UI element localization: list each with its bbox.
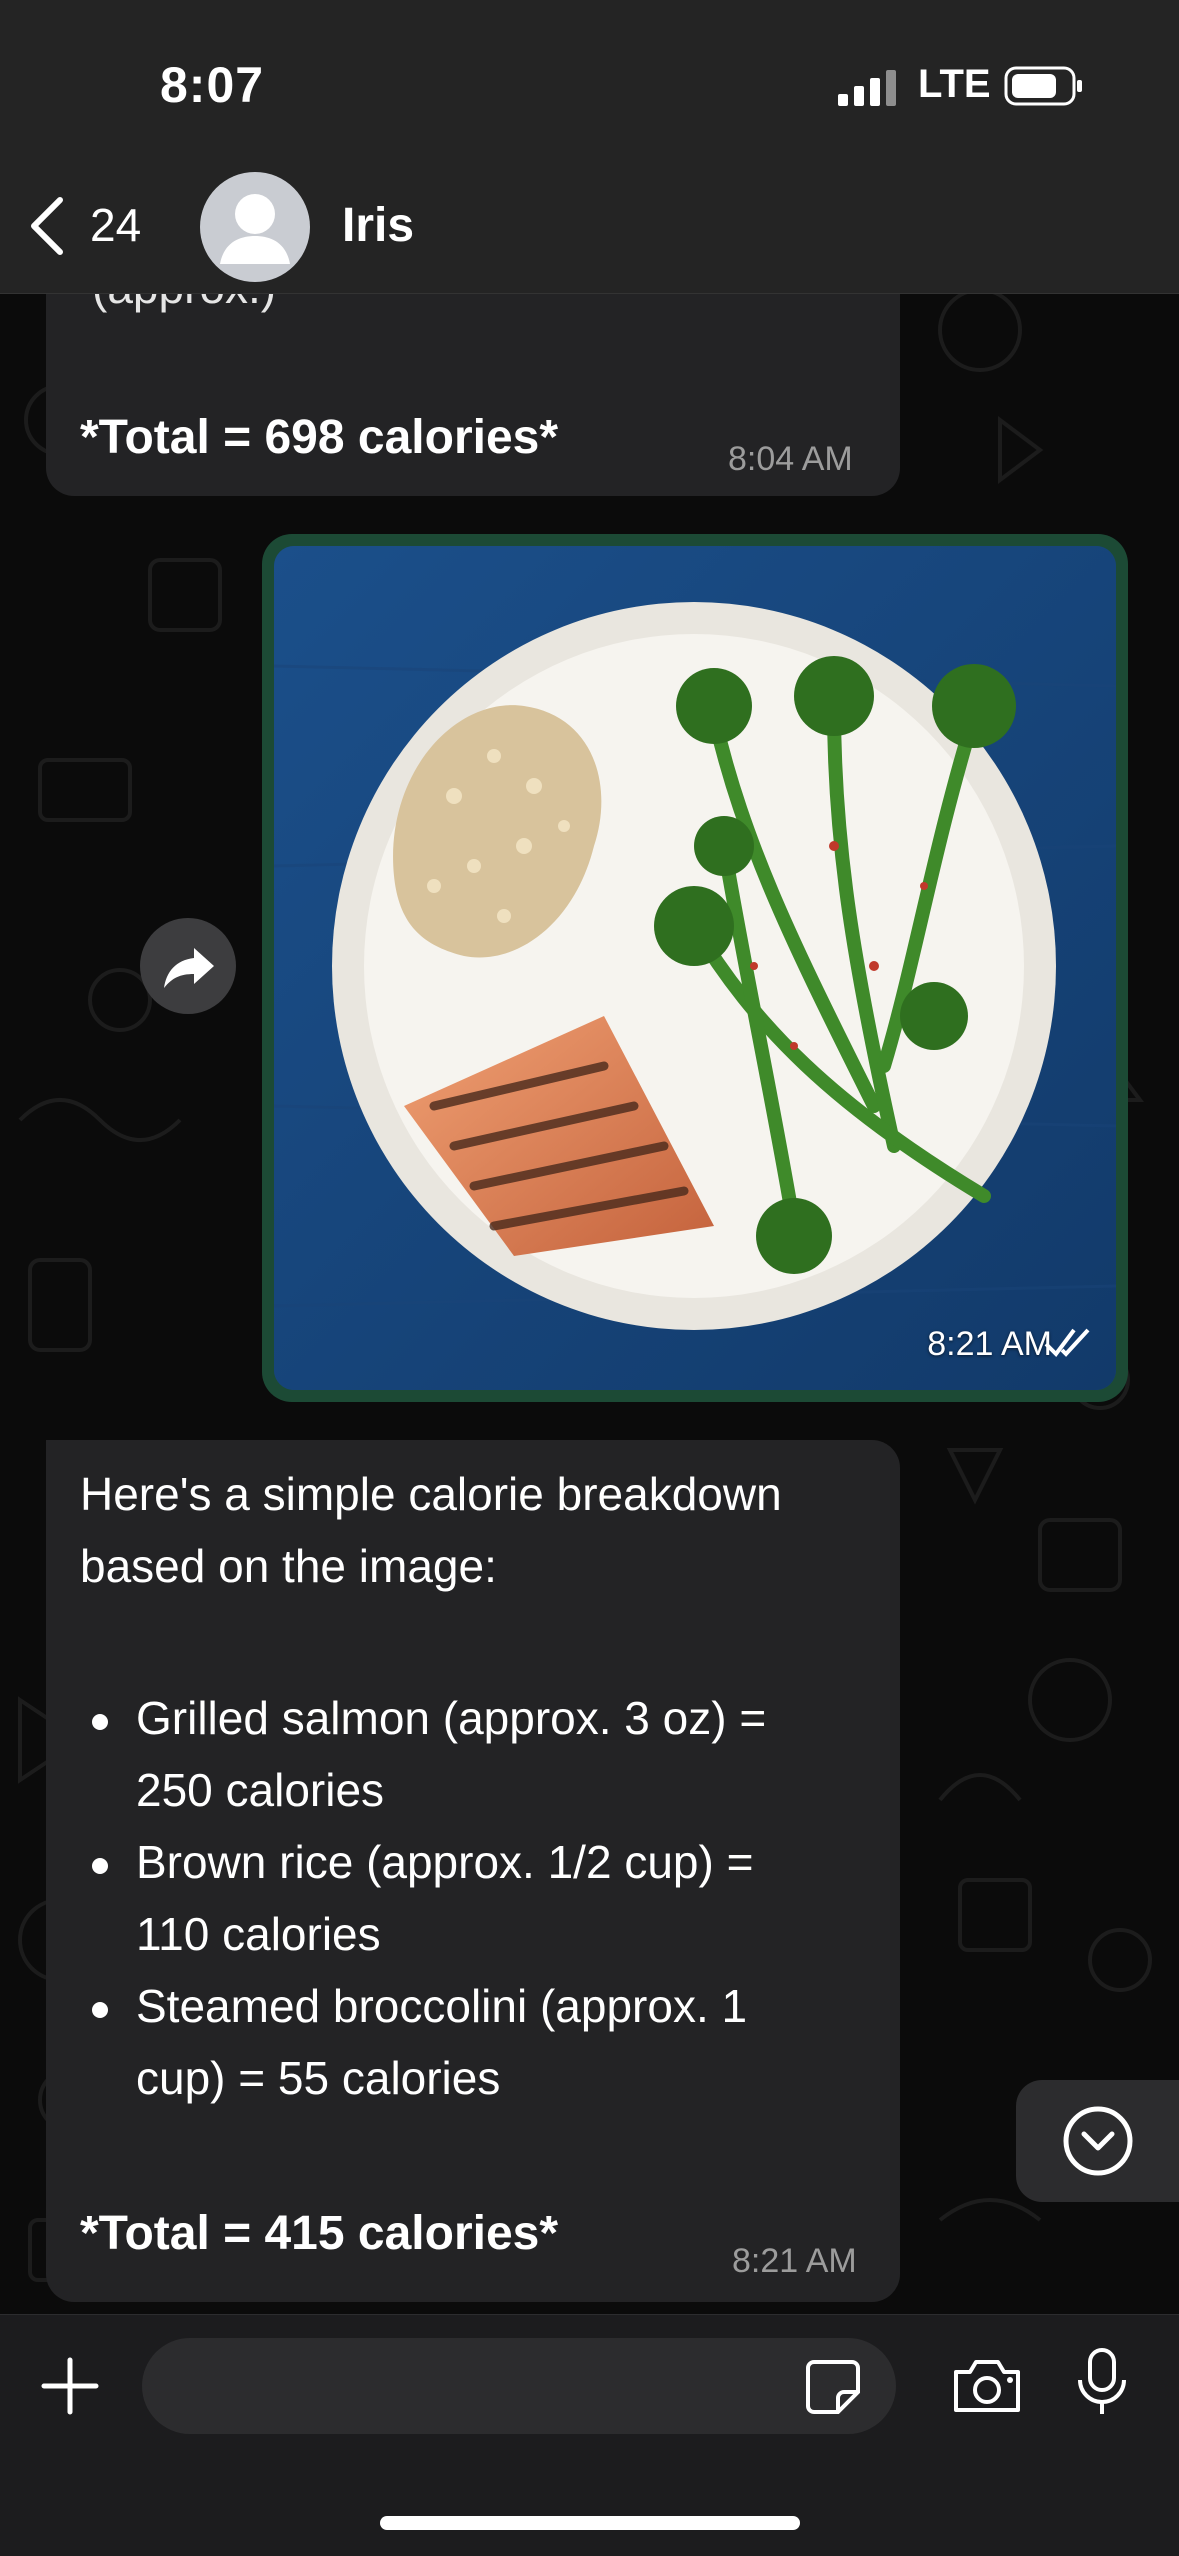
chat-screen: (approx.) *Total = 698 calories* 8:04 AM [0,0,1179,2556]
message-text: Here's a simple calorie breakdown [80,1468,782,1520]
message-text: based on the image: [80,1540,497,1592]
bullet [92,1858,108,1874]
chevron-left-icon[interactable] [24,194,68,258]
signal-strength-icon [838,70,896,106]
message-input[interactable] [142,2338,896,2434]
message-timestamp: 8:04 AM [728,440,853,478]
chevron-down-circle-icon [1063,2106,1133,2176]
chat-header: 8:07 LTE 24 Iris [0,0,1179,294]
battery-icon [1004,66,1082,106]
list-item: Grilled salmon (approx. 3 oz) = [136,1692,767,1744]
message-total: *Total = 415 calories* [80,2207,559,2260]
list-item: 250 calories [136,1764,385,1816]
list-item: cup) = 55 calories [136,2052,501,2104]
network-type: LTE [918,62,991,106]
outgoing-image-message[interactable]: 8:21 AM [262,534,1128,1402]
microphone-icon[interactable] [1076,2346,1128,2418]
message-total: *Total = 698 calories* [80,411,559,464]
salmon-rice-broccolini-image [274,546,1116,1390]
status-time: 8:07 [160,57,265,113]
sticker-icon[interactable] [804,2358,862,2416]
scroll-to-bottom-button[interactable] [1016,2080,1179,2202]
home-indicator [380,2516,800,2530]
contact-name[interactable]: Iris [342,198,414,253]
plus-icon[interactable] [40,2356,100,2416]
forward-arrow-icon [164,948,214,988]
bullet [92,1714,108,1730]
double-check-icon [1044,1328,1090,1358]
list-item: Steamed broccolini (approx. 1 [136,1980,748,2032]
image-timestamp: 8:21 AM [927,1325,1052,1363]
message-timestamp: 8:21 AM [732,2242,857,2280]
unread-count[interactable]: 24 [90,198,141,252]
list-item: Brown rice (approx. 1/2 cup) = [136,1836,754,1888]
bullet [92,2002,108,2018]
camera-icon[interactable] [950,2356,1024,2416]
list-item: 110 calories [136,1908,381,1960]
avatar[interactable] [200,172,310,282]
forward-button[interactable] [140,918,236,1014]
food-photo[interactable]: 8:21 AM [274,546,1116,1390]
person-icon [220,194,290,264]
